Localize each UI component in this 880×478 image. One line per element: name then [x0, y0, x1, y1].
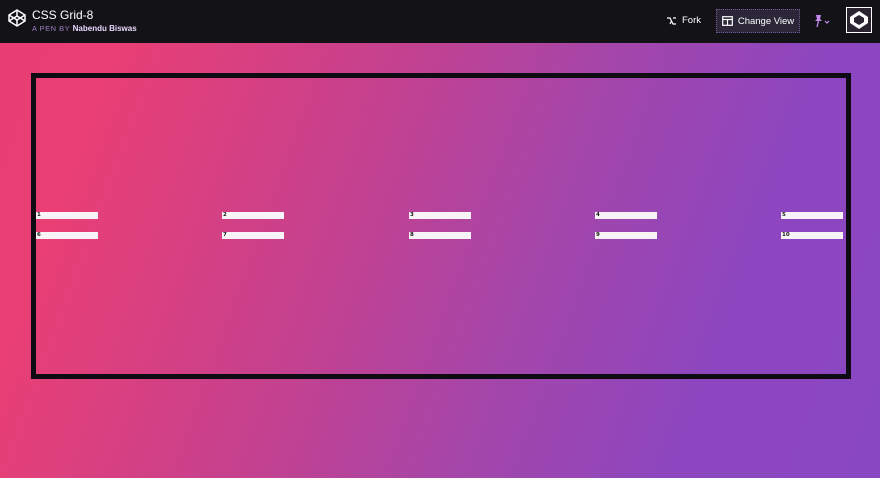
byline-prefix: A PEN BY — [32, 24, 71, 33]
grid-item: 4 — [595, 212, 657, 219]
layout-icon — [721, 16, 733, 26]
grid-item: 7 — [222, 232, 284, 239]
fork-label: Fork — [682, 15, 701, 26]
fork-icon — [667, 16, 676, 25]
grid-item: 3 — [409, 212, 471, 219]
change-view-button[interactable]: Change View — [716, 9, 800, 33]
chevron-down-icon — [824, 20, 830, 24]
grid-item: 2 — [222, 212, 284, 219]
grid-item: 8 — [409, 232, 471, 239]
change-view-label: Change View — [737, 15, 795, 27]
author-link[interactable]: Nabendu Biswas — [73, 24, 137, 33]
codepen-logo-icon[interactable] — [7, 8, 27, 28]
grid-item: 10 — [781, 232, 843, 239]
avatar[interactable] — [846, 7, 872, 33]
avatar-image — [847, 8, 871, 32]
fork-button[interactable]: Fork — [660, 11, 707, 30]
grid-item: 1 — [36, 212, 98, 219]
top-bar: CSS Grid-8 A PEN BY Nabendu Biswas Fork … — [0, 0, 880, 43]
grid-item: 9 — [595, 232, 657, 239]
pin-icon[interactable] — [811, 13, 831, 29]
byline: A PEN BY Nabendu Biswas — [32, 24, 137, 33]
grid-item: 6 — [36, 232, 98, 239]
pen-title[interactable]: CSS Grid-8 — [32, 8, 93, 22]
grid-item: 5 — [781, 212, 843, 219]
grid-container — [31, 73, 851, 379]
